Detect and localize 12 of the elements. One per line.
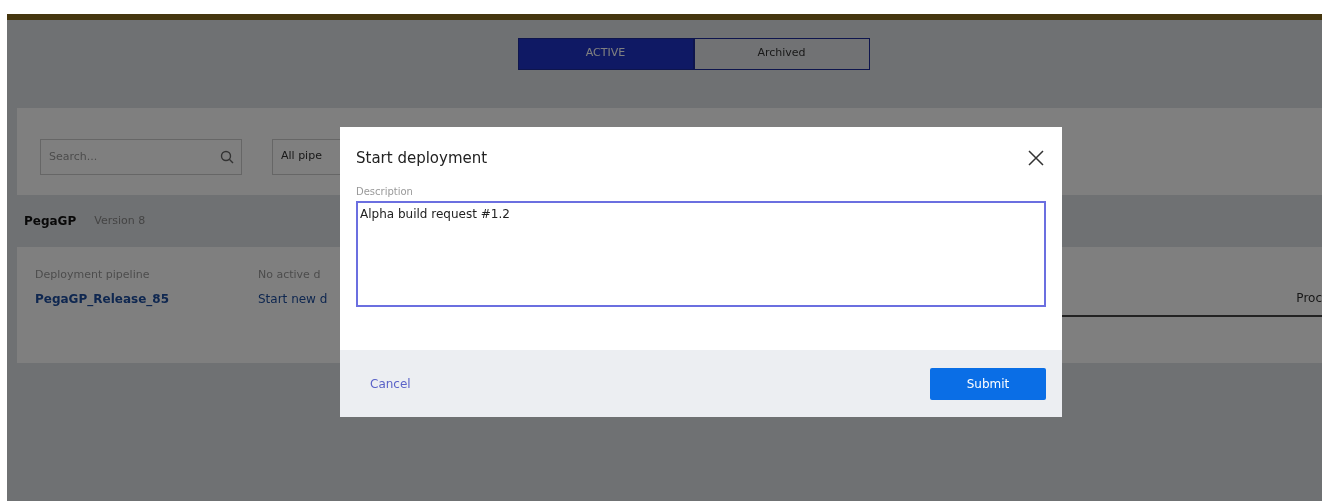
close-icon xyxy=(1028,150,1044,167)
column-header: Proc xyxy=(1296,290,1322,307)
filter-tab[interactable]: Archived xyxy=(693,37,870,70)
submit-button[interactable]: Submit xyxy=(930,367,1046,400)
cancel-link[interactable]: Cancel xyxy=(370,374,411,393)
filter-tab[interactable]: ACTIVE xyxy=(517,37,694,70)
dialog-title: Start deployment xyxy=(356,148,488,169)
pipeline-link[interactable]: PegaGP_Release_85 xyxy=(35,289,258,308)
description-field[interactable]: Alpha build request #1.2 xyxy=(356,200,1046,307)
description-label: Description xyxy=(356,184,414,199)
search-icon xyxy=(220,149,234,164)
application-name: PegaGP xyxy=(24,213,77,230)
